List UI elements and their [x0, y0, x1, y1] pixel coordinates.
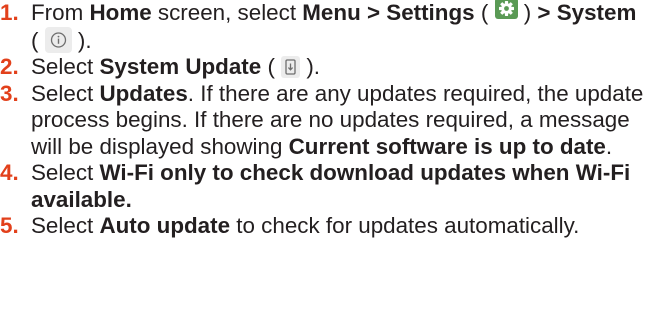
- menu-settings-label: Menu > Settings: [302, 0, 475, 25]
- step-number: 1.: [0, 0, 19, 25]
- step-text: Select System Update ( ).: [31, 54, 321, 79]
- step-text: Select Auto update to check for updates …: [31, 213, 580, 238]
- info-icon: [44, 26, 72, 53]
- wifi-only-label: Wi-Fi only to check download updates whe…: [31, 160, 631, 212]
- system-update-label: System Update: [99, 54, 262, 79]
- phone-download-icon: [281, 56, 301, 78]
- step-text: Select Updates. If there are any updates…: [31, 80, 644, 159]
- step-text: From Home screen, select Menu > Settings…: [31, 0, 637, 53]
- home-label: Home: [89, 0, 152, 25]
- step-3: 3. Select Updates. If there are any upda…: [0, 81, 649, 161]
- up-to-date-message: Current software is up to date: [288, 133, 606, 159]
- step-number: 4.: [0, 160, 19, 185]
- instruction-steps: 1. From Home screen, select Menu > Setti…: [0, 0, 657, 240]
- step-text: Select Wi-Fi only to check download upda…: [31, 160, 631, 212]
- step-5: 5. Select Auto update to check for updat…: [0, 213, 649, 240]
- step-number: 2.: [0, 54, 19, 79]
- step-1: 1. From Home screen, select Menu > Setti…: [0, 0, 649, 54]
- step-number: 3.: [0, 80, 19, 106]
- step-4: 4. Select Wi-Fi only to check download u…: [0, 160, 649, 213]
- step-2: 2. Select System Update ( ).: [0, 54, 649, 81]
- step-number: 5.: [0, 213, 19, 238]
- updates-label: Updates: [99, 80, 188, 106]
- gear-icon: [494, 0, 518, 19]
- system-label: > System: [537, 0, 637, 25]
- auto-update-label: Auto update: [99, 213, 231, 238]
